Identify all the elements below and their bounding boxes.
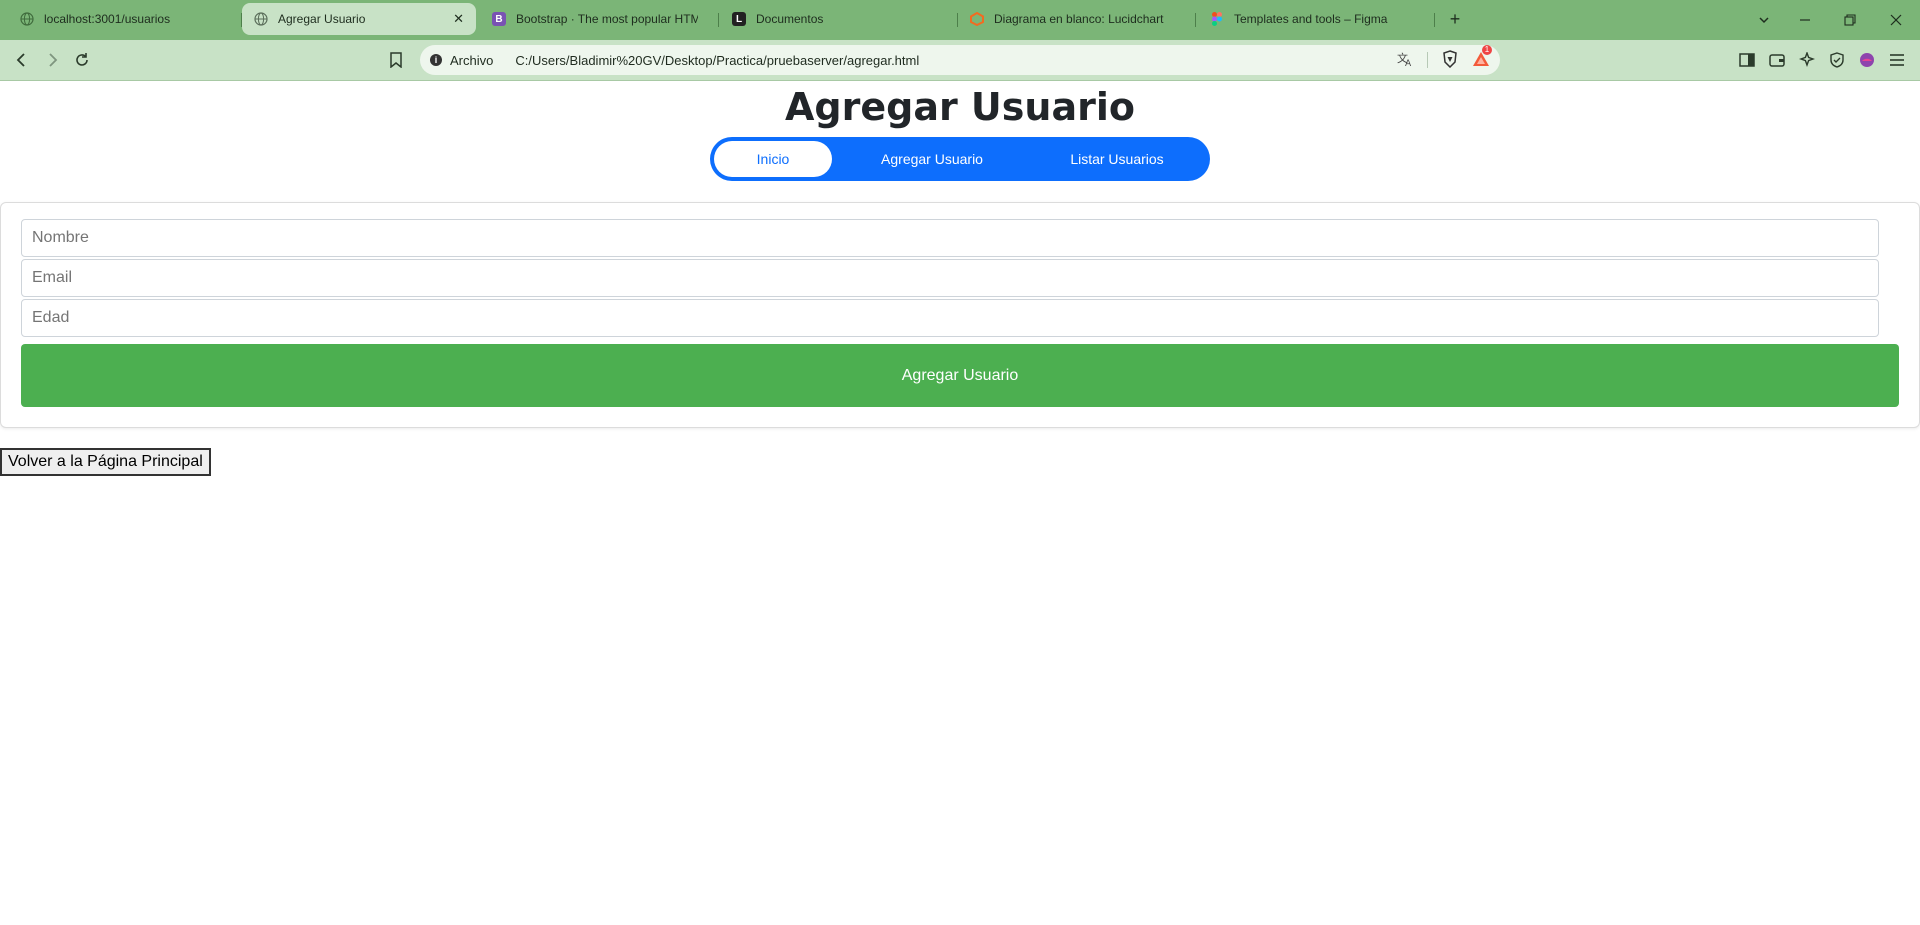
divider: [1427, 52, 1428, 68]
address-bar-actions: 文A 1: [1397, 44, 1492, 75]
nav-link-inicio[interactable]: Inicio: [714, 141, 832, 177]
tab-title: Documentos: [756, 12, 824, 26]
tab-separator: [718, 13, 719, 27]
browser-toolbar: i Archivo C:/Users/Bladimir%20GV/Desktop…: [0, 40, 1920, 81]
name-input[interactable]: [21, 219, 1879, 257]
lucidchart-icon: [970, 12, 984, 26]
browser-tab-strip: localhost:3001/usuarios Agregar Usuario …: [0, 0, 1920, 40]
bootstrap-icon: B: [492, 12, 506, 26]
brave-rewards-icon[interactable]: 1: [1472, 44, 1492, 70]
tab-title: Bootstrap · The most popular HTML: [516, 12, 698, 26]
tab-bootstrap[interactable]: B Bootstrap · The most popular HTML: [480, 3, 710, 35]
wallet-icon[interactable]: [1766, 49, 1788, 71]
age-input[interactable]: [21, 299, 1879, 337]
nav-link-listar-usuarios[interactable]: Listar Usuarios: [1032, 141, 1202, 177]
add-user-submit-button[interactable]: Agregar Usuario: [21, 344, 1899, 407]
tab-figma[interactable]: Templates and tools – Figma: [1198, 3, 1432, 35]
tab-localhost-usuarios[interactable]: localhost:3001/usuarios: [8, 3, 238, 35]
restore-icon[interactable]: [1838, 8, 1862, 32]
address-bar[interactable]: i Archivo C:/Users/Bladimir%20GV/Desktop…: [420, 44, 1500, 75]
tab-title: Diagrama en blanco: Lucidchart: [994, 12, 1164, 26]
add-user-form: Agregar Usuario: [0, 202, 1920, 428]
bookmark-icon[interactable]: [385, 49, 407, 71]
tab-search-chevron-icon[interactable]: [1752, 8, 1776, 32]
page-title: Agregar Usuario: [785, 85, 1135, 129]
tab-title: Agregar Usuario: [278, 12, 366, 26]
back-arrow-icon[interactable]: [11, 49, 33, 71]
document-app-icon: L: [732, 12, 746, 26]
tab-lucidchart[interactable]: Diagrama en blanco: Lucidchart: [958, 3, 1192, 35]
vpn-shield-icon[interactable]: [1826, 49, 1848, 71]
url-text[interactable]: C:/Users/Bladimir%20GV/Desktop/Practica/…: [515, 53, 919, 68]
tab-separator: [1195, 13, 1196, 27]
page-content: Agregar Usuario Inicio Agregar Usuario L…: [0, 81, 1920, 925]
globe-icon: [20, 12, 34, 26]
translate-icon[interactable]: 文A: [1397, 51, 1413, 70]
back-to-home-button[interactable]: Volver a la Página Principal: [0, 448, 211, 476]
brave-shield-icon[interactable]: [1442, 49, 1458, 71]
profile-avatar-icon[interactable]: [1856, 49, 1878, 71]
notification-badge: 1: [1482, 44, 1492, 55]
tab-separator: [1434, 13, 1435, 27]
email-input[interactable]: [21, 259, 1879, 297]
tab-agregar-usuario[interactable]: Agregar Usuario ✕: [242, 3, 476, 35]
new-tab-button[interactable]: +: [1444, 8, 1466, 30]
nav-link-agregar-usuario[interactable]: Agregar Usuario: [832, 141, 1032, 177]
tab-title: Templates and tools – Figma: [1234, 12, 1388, 26]
globe-icon: [254, 12, 268, 26]
leo-ai-icon[interactable]: [1796, 49, 1818, 71]
reload-icon[interactable]: [71, 49, 93, 71]
forward-arrow-icon[interactable]: [41, 49, 63, 71]
close-icon[interactable]: ✕: [453, 11, 464, 27]
sidebar-icon[interactable]: [1736, 49, 1758, 71]
close-window-icon[interactable]: [1884, 8, 1908, 32]
info-icon[interactable]: i: [430, 54, 442, 66]
menu-hamburger-icon[interactable]: [1886, 49, 1908, 71]
minimize-icon[interactable]: [1793, 8, 1817, 32]
svg-text:A: A: [1405, 59, 1412, 67]
tab-title: localhost:3001/usuarios: [44, 12, 171, 26]
main-nav: Inicio Agregar Usuario Listar Usuarios: [710, 137, 1210, 181]
tab-documentos[interactable]: L Documentos: [720, 3, 954, 35]
figma-icon: [1210, 12, 1224, 26]
url-scheme-label: Archivo: [450, 52, 494, 68]
